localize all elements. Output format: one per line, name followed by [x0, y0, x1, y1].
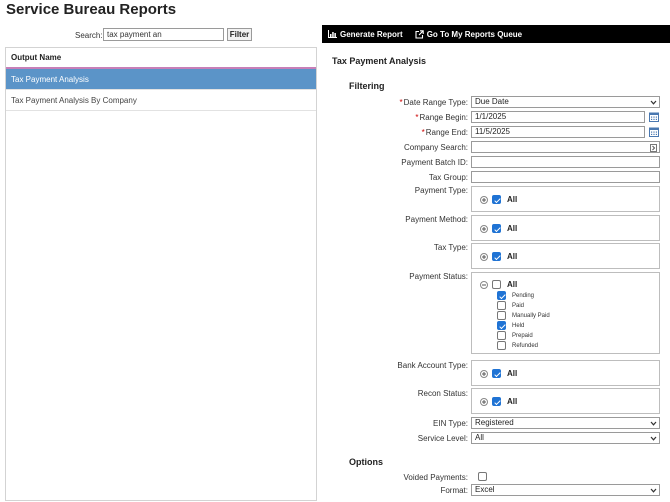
date-range-type-label: *Date Range Type:	[399, 98, 468, 107]
recon-status-tree: All	[471, 388, 660, 414]
prepaid-label: Prepaid	[512, 332, 533, 339]
expand-plus-icon[interactable]	[480, 195, 488, 204]
payment-status-tree: All Pending Paid Manually Paid Held Prep…	[471, 272, 660, 354]
recon-status-all-label: All	[507, 397, 518, 406]
range-end-input[interactable]: 11/5/2025	[471, 126, 645, 138]
payment-status-all-checkbox[interactable]	[492, 280, 501, 289]
payment-status-all-label: All	[507, 280, 518, 289]
payment-status-all-row: All	[480, 280, 517, 289]
ein-type-label: EIN Type:	[433, 419, 468, 428]
recon-status-all-checkbox[interactable]	[492, 397, 501, 406]
refunded-checkbox[interactable]	[497, 341, 506, 350]
recon-status-all-row: All	[480, 397, 517, 406]
paid-checkbox[interactable]	[497, 301, 506, 310]
payment-status-label: Payment Status:	[409, 272, 468, 281]
pending-label: Pending	[512, 292, 535, 299]
tax-type-all-label: All	[507, 252, 518, 261]
held-checkbox[interactable]	[497, 321, 506, 330]
bank-account-type-label: Bank Account Type:	[397, 361, 468, 370]
calendar-icon[interactable]	[649, 127, 659, 137]
payment-status-option-prepaid: Prepaid	[497, 331, 533, 340]
voided-payments-checkbox[interactable]	[478, 472, 487, 481]
payment-status-option-held: Held	[497, 321, 524, 330]
manually-paid-checkbox[interactable]	[497, 311, 506, 320]
chevron-down-icon	[650, 421, 657, 426]
recon-status-label: Recon Status:	[417, 389, 468, 398]
chevron-down-icon	[650, 488, 657, 493]
lookup-icon[interactable]	[650, 144, 657, 152]
bank-account-type-all-label: All	[507, 369, 518, 378]
tax-type-label: Tax Type:	[433, 243, 468, 252]
tax-type-all-row: All	[480, 252, 517, 261]
format-select[interactable]: Excel	[471, 484, 660, 496]
collapse-minus-icon[interactable]	[480, 280, 488, 289]
ein-type-select[interactable]: Registered	[471, 417, 660, 429]
format-label: Format:	[440, 486, 468, 495]
payment-type-tree: All	[471, 186, 660, 212]
output-item-tax-payment-analysis[interactable]: Tax Payment Analysis	[6, 69, 316, 90]
filtering-heading: Filtering	[349, 81, 385, 91]
output-name-header: Output Name	[6, 48, 316, 69]
filter-button[interactable]: Filter	[227, 28, 252, 41]
expand-plus-icon[interactable]	[480, 224, 488, 233]
external-link-icon	[415, 29, 424, 39]
search-input[interactable]	[103, 28, 224, 41]
bank-account-type-tree: All	[471, 360, 660, 386]
service-level-label: Service Level:	[417, 434, 468, 443]
voided-payments-label: Voided Payments:	[403, 473, 468, 482]
held-label: Held	[512, 322, 525, 329]
bank-account-type-all-row: All	[480, 369, 517, 378]
payment-method-all-row: All	[480, 224, 517, 233]
paid-label: Paid	[512, 302, 525, 309]
service-level-select[interactable]: All	[471, 432, 660, 444]
generate-report-label: Generate Report	[340, 29, 403, 39]
payment-type-all-checkbox[interactable]	[492, 195, 501, 204]
tax-type-all-checkbox[interactable]	[492, 252, 501, 261]
payment-batch-id-label: Payment Batch ID:	[401, 158, 468, 167]
range-end-label: *Range End:	[421, 128, 468, 137]
payment-status-option-paid: Paid	[497, 301, 524, 310]
payment-method-all-label: All	[507, 224, 518, 233]
expand-plus-icon[interactable]	[480, 397, 488, 406]
expand-plus-icon[interactable]	[480, 369, 488, 378]
range-begin-input[interactable]: 1/1/2025	[471, 111, 645, 123]
prepaid-checkbox[interactable]	[497, 331, 506, 340]
tax-type-tree: All	[471, 243, 660, 269]
payment-status-option-refunded: Refunded	[497, 341, 538, 350]
payment-method-all-checkbox[interactable]	[492, 224, 501, 233]
company-search-input[interactable]	[471, 141, 660, 153]
payment-batch-id-input[interactable]	[471, 156, 660, 168]
tax-group-label: Tax Group:	[428, 173, 468, 182]
reports-queue-label: Go To My Reports Queue	[426, 29, 523, 39]
output-item-tax-payment-analysis-by-company[interactable]: Tax Payment Analysis By Company	[6, 90, 316, 111]
payment-status-option-pending: Pending	[497, 291, 534, 300]
report-toolbar: Generate Report Go To My Reports Queue	[322, 25, 670, 43]
range-begin-label: *Range Begin:	[415, 113, 468, 122]
refunded-label: Refunded	[512, 342, 539, 349]
payment-type-label: Payment Type:	[414, 186, 468, 195]
manually-paid-label: Manually Paid	[512, 312, 550, 319]
payment-status-option-manually-paid: Manually Paid	[497, 311, 550, 320]
date-range-type-select[interactable]: Due Date	[471, 96, 660, 108]
generate-report-button[interactable]: Generate Report	[328, 30, 403, 39]
report-title: Tax Payment Analysis	[332, 56, 427, 66]
page-title: Service Bureau Reports	[6, 1, 177, 18]
payment-type-all-label: All	[507, 195, 518, 204]
tax-group-input[interactable]	[471, 171, 660, 183]
bar-chart-icon	[328, 30, 337, 38]
calendar-icon[interactable]	[649, 112, 659, 122]
expand-plus-icon[interactable]	[480, 252, 488, 261]
payment-type-all-row: All	[480, 195, 517, 204]
chevron-down-icon	[650, 100, 657, 105]
chevron-down-icon	[650, 436, 657, 441]
payment-method-tree: All	[471, 215, 660, 241]
payment-method-label: Payment Method:	[405, 215, 468, 224]
go-to-reports-queue-button[interactable]: Go To My Reports Queue	[415, 30, 522, 39]
bank-account-type-all-checkbox[interactable]	[492, 369, 501, 378]
options-heading: Options	[349, 457, 383, 467]
pending-checkbox[interactable]	[497, 291, 506, 300]
output-list-panel: Output Name Tax Payment Analysis Tax Pay…	[5, 47, 317, 501]
search-label: Search:	[75, 31, 103, 40]
company-search-label: Company Search:	[403, 143, 468, 152]
